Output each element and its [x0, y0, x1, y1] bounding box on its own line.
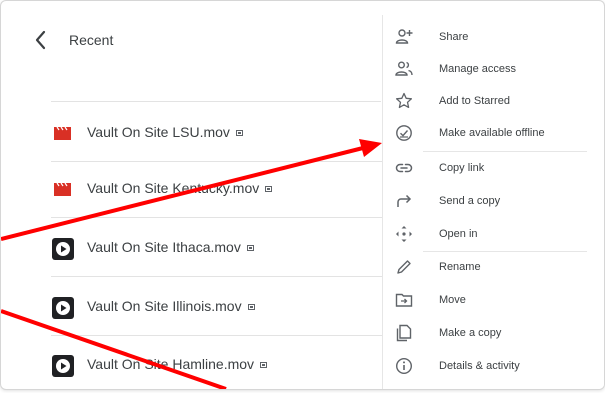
pencil-icon — [397, 260, 411, 274]
menu-item-details-activity[interactable]: Details & activity — [383, 350, 604, 382]
info-icon — [395, 357, 413, 375]
menu-item-make-a-copy[interactable]: Make a copy — [383, 317, 604, 349]
menu-item-open-in[interactable]: Open in — [383, 218, 604, 250]
file-row-lsu[interactable]: Vault On Site LSU.mov — [51, 106, 386, 162]
video-clapper-icon — [54, 182, 71, 196]
menu-item-label: Add to Starred — [439, 95, 510, 107]
chevron-left-icon — [35, 30, 46, 50]
menu-item-rename[interactable]: Rename — [383, 251, 604, 283]
menu-item-move[interactable]: Move — [383, 284, 604, 316]
offline-badge-icon — [265, 186, 273, 193]
file-row-illinois[interactable]: Vault On Site Illinois.mov — [51, 280, 386, 336]
row-divider — [51, 335, 386, 336]
people-icon — [395, 61, 413, 76]
offline-badge-icon — [260, 362, 268, 369]
move-folder-icon — [395, 293, 413, 307]
file-context-menu: Share Manage access Add to Starred Make … — [382, 15, 604, 389]
open-in-icon — [396, 226, 412, 242]
back-button[interactable] — [31, 27, 51, 53]
menu-item-label: Rename — [439, 261, 481, 273]
offline-badge-icon — [235, 130, 243, 137]
video-clapper-icon — [54, 126, 71, 140]
menu-item-manage-access[interactable]: Manage access — [383, 53, 604, 85]
menu-item-label: Manage access — [439, 63, 517, 75]
menu-item-label: Make a copy — [439, 327, 502, 339]
file-name: Vault On Site Kentucky.mov — [87, 180, 260, 196]
menu-item-label: Move — [439, 294, 466, 306]
link-icon — [395, 163, 413, 173]
row-divider — [51, 276, 386, 277]
file-row-ithaca[interactable]: Vault On Site Ithaca.mov — [51, 221, 386, 277]
menu-item-add-to-starred[interactable]: Add to Starred — [383, 85, 604, 117]
offline-check-icon — [396, 125, 412, 141]
menu-item-label: Share — [439, 31, 469, 43]
menu-item-label: Send a copy — [439, 195, 501, 207]
menu-item-label: Make available offline — [439, 127, 545, 139]
menu-item-label: Copy link — [439, 162, 485, 174]
app-window: Recent Vault On Site LSU.mov Vault On Si… — [0, 0, 605, 390]
file-name: Vault On Site Hamline.mov — [87, 356, 255, 372]
offline-badge-icon — [247, 304, 255, 311]
menu-item-label: Details & activity — [439, 360, 520, 372]
offline-badge-icon — [246, 245, 254, 252]
file-row-hamline[interactable]: Vault On Site Hamline.mov — [51, 338, 386, 389]
menu-item-label: Open in — [439, 228, 478, 240]
list-divider — [51, 101, 381, 102]
menu-item-make-available-offline[interactable]: Make available offline — [383, 117, 604, 149]
menu-item-copy-link[interactable]: Copy link — [383, 152, 604, 184]
copy-icon — [396, 324, 412, 342]
video-play-icon — [52, 297, 74, 319]
file-name: Vault On Site Illinois.mov — [87, 298, 242, 314]
file-name: Vault On Site LSU.mov — [87, 124, 230, 140]
video-play-icon — [52, 355, 74, 377]
file-name: Vault On Site Ithaca.mov — [87, 239, 241, 255]
row-divider — [51, 217, 386, 218]
page-title: Recent — [69, 32, 114, 48]
video-play-icon — [52, 238, 74, 260]
menu-item-send-a-copy[interactable]: Send a copy — [383, 185, 604, 217]
menu-item-share[interactable]: Share — [383, 21, 604, 53]
person-add-icon — [395, 29, 413, 44]
share-arrow-icon — [397, 194, 412, 207]
file-row-kentucky[interactable]: Vault On Site Kentucky.mov — [51, 162, 386, 218]
star-icon — [395, 92, 413, 109]
